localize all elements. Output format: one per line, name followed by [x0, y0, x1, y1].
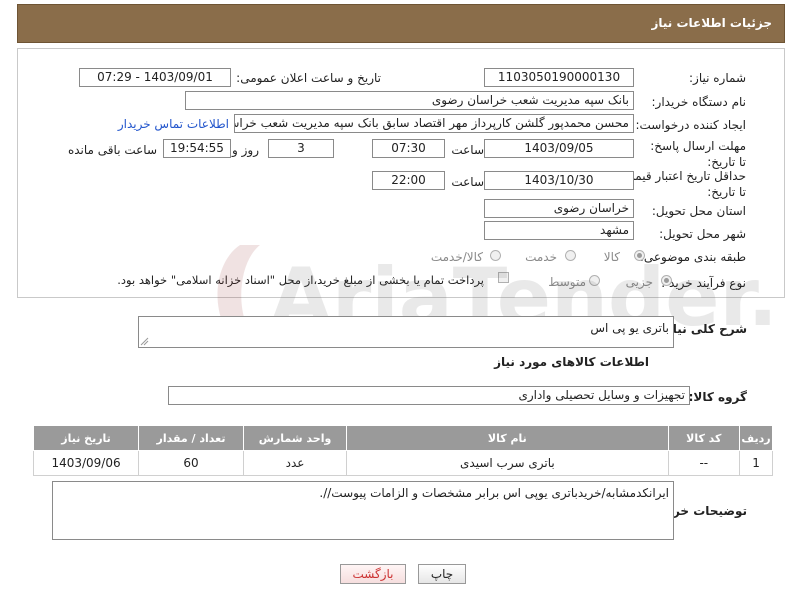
col-qty-header: تعداد / مقدار	[138, 425, 244, 451]
col-name-header: نام کالا	[346, 425, 669, 451]
buyer-org-field[interactable]: بانک سپه مدیریت شعب خراسان رضوی	[185, 91, 634, 110]
buyer-notes-field[interactable]: ایرانکدمشابه/خریدباتری یوپی اس برابر مشخ…	[52, 481, 674, 540]
cell-row: 1	[739, 450, 773, 476]
days-label: روز و	[232, 143, 259, 157]
print-button[interactable]: چاپ	[418, 564, 466, 584]
description-field[interactable]: باتری یو پی اس	[138, 316, 674, 348]
requester-field[interactable]: محسن محمدپور گلشن کارپرداز مهر اقتصاد سا…	[234, 114, 634, 133]
col-date-header: تاریخ نیاز	[32, 425, 140, 451]
category-option-service: خدمت	[525, 250, 557, 264]
buyer-org-label: نام دستگاه خریدار:	[651, 95, 747, 109]
cell-name: باتری سرب اسیدی	[346, 450, 669, 476]
goods-group-label: گروه کالا:	[688, 390, 747, 404]
requester-label: ایجاد کننده درخواست:	[635, 118, 746, 132]
response-time-label: ساعت	[451, 143, 484, 157]
table-row[interactable]: 1 -- باتری سرب اسیدی عدد 60 1403/09/06	[32, 450, 773, 476]
buyer-contact-link[interactable]: اطلاعات تماس خریدار	[118, 117, 229, 131]
remaining-label: ساعت باقی مانده	[67, 143, 157, 157]
category-label: طبقه بندی موضوعی:	[639, 250, 746, 264]
cell-date: 1403/09/06	[32, 450, 140, 476]
announce-datetime-field[interactable]: 1403/09/01 - 07:29	[79, 68, 231, 87]
purchase-radio-minor[interactable]	[661, 275, 672, 286]
delivery-city-field[interactable]: مشهد	[484, 221, 634, 240]
goods-group-field[interactable]: تجهیزات و وسایل تحصیلی واداری	[168, 386, 690, 405]
purchase-type-label: نوع فرآیند خرید :	[661, 276, 746, 290]
category-radio-goods-service[interactable]	[490, 250, 501, 261]
category-option-goods-service: کالا/خدمت	[430, 250, 483, 264]
table-header-row: ردیف کد کالا نام کالا واحد شمارش تعداد /…	[32, 425, 773, 451]
delivery-province-label: استان محل تحویل:	[651, 204, 746, 218]
announce-datetime-label: تاریخ و ساعت اعلان عمومی:	[236, 71, 381, 85]
delivery-city-label: شهر محل تحویل:	[659, 227, 746, 241]
cell-unit: عدد	[242, 450, 348, 476]
response-days-field[interactable]: 3	[268, 139, 334, 158]
purchase-option-medium: متوسط	[548, 275, 586, 289]
goods-table: ردیف کد کالا نام کالا واحد شمارش تعداد /…	[32, 425, 773, 476]
col-code-header: کد کالا	[667, 425, 741, 451]
category-radio-goods[interactable]	[634, 250, 645, 261]
treasury-note: پرداخت تمام یا بخشی از مبلغ خرید،از محل …	[117, 273, 484, 287]
need-number-field[interactable]: 1103050190000130	[484, 68, 634, 87]
col-row-header: ردیف	[739, 425, 773, 451]
page-title: جزئیات اطلاعات نیاز	[651, 16, 772, 30]
back-button[interactable]: بازگشت	[340, 564, 406, 584]
purchase-option-minor: جزیی	[625, 275, 653, 289]
price-validity-time-label: ساعت	[451, 175, 484, 189]
price-validity-time-field[interactable]: 22:00	[372, 171, 445, 190]
need-number-label: شماره نیاز:	[689, 71, 746, 85]
treasury-checkbox[interactable]	[498, 272, 509, 283]
category-radio-service[interactable]	[565, 250, 576, 261]
price-validity-date-field[interactable]: 1403/10/30	[484, 171, 634, 190]
delivery-province-field[interactable]: خراسان رضوی	[484, 199, 634, 218]
col-unit-header: واحد شمارش	[242, 425, 348, 451]
goods-info-title: اطلاعات کالاهای مورد نیاز	[494, 355, 649, 369]
cell-code: --	[667, 450, 741, 476]
resize-grip-icon[interactable]	[140, 337, 149, 346]
response-deadline-label: مهلت ارسال پاسخ: تا تاریخ:	[650, 139, 746, 169]
cell-qty: 60	[138, 450, 244, 476]
remaining-time-field[interactable]: 19:54:55	[163, 139, 231, 158]
purchase-radio-medium[interactable]	[589, 275, 600, 286]
response-time-field[interactable]: 07:30	[372, 139, 445, 158]
response-date-field[interactable]: 1403/09/05	[484, 139, 634, 158]
category-option-goods: کالا	[603, 250, 620, 264]
page-header: جزئیات اطلاعات نیاز	[17, 4, 785, 43]
